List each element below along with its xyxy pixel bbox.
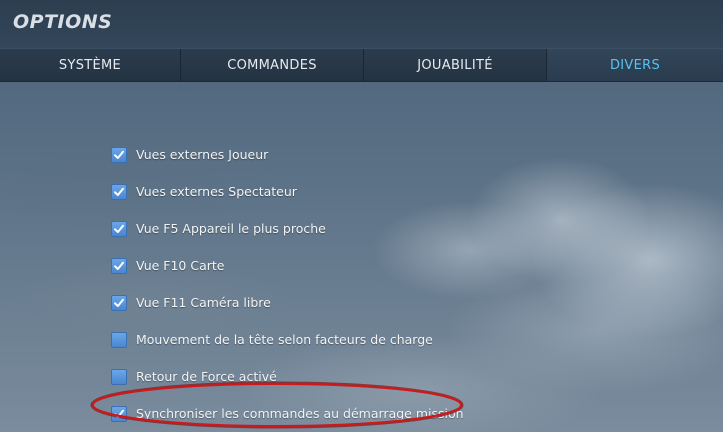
checkbox[interactable]	[111, 331, 127, 348]
option-vues-externes-spectateur[interactable]: Vues externes Spectateur	[111, 173, 671, 210]
checkmark-icon	[114, 224, 124, 233]
options-list: Vues externes Joueur Vues externes Spect…	[111, 136, 671, 432]
checkbox[interactable]	[111, 146, 127, 163]
option-label: Vue F11 Caméra libre	[136, 295, 271, 310]
tab-label: COMMANDES	[227, 57, 317, 73]
option-label: Vues externes Joueur	[136, 147, 269, 162]
checkbox[interactable]	[111, 368, 127, 385]
tab-systeme[interactable]: SYSTÈME	[0, 49, 181, 81]
tab-divers[interactable]: DIVERS	[547, 49, 723, 81]
tab-label: DIVERS	[609, 57, 661, 73]
checkbox[interactable]	[111, 294, 127, 311]
tab-label: SYSTÈME	[58, 57, 122, 73]
option-label: Retour de Force activé	[136, 369, 277, 384]
option-vues-externes-joueur[interactable]: Vues externes Joueur	[111, 136, 671, 173]
checkbox[interactable]	[111, 220, 127, 237]
option-label: Mouvement de la tête selon facteurs de c…	[136, 332, 433, 347]
tab-bar: SYSTÈME COMMANDES JOUABILITÉ DIVERS	[0, 48, 723, 82]
options-header: OPTIONS	[0, 0, 723, 48]
option-label: Vues externes Spectateur	[136, 184, 297, 199]
checkmark-icon	[114, 409, 124, 418]
checkmark-icon	[114, 298, 124, 307]
tab-commandes[interactable]: COMMANDES	[181, 49, 364, 81]
checkbox[interactable]	[111, 405, 127, 422]
option-label: Synchroniser les commandes au démarrage …	[136, 406, 464, 421]
tab-jouabilite[interactable]: JOUABILITÉ	[364, 49, 547, 81]
tab-label: JOUABILITÉ	[417, 57, 493, 73]
checkbox[interactable]	[111, 183, 127, 200]
option-label: Vue F10 Carte	[136, 258, 225, 273]
option-retour-de-force[interactable]: Retour de Force activé	[111, 358, 671, 395]
page-title: OPTIONS	[13, 11, 113, 33]
checkmark-icon	[114, 150, 124, 159]
checkmark-icon	[114, 187, 124, 196]
option-vue-f10[interactable]: Vue F10 Carte	[111, 247, 671, 284]
option-label: Vue F5 Appareil le plus proche	[136, 221, 326, 236]
checkmark-icon	[114, 261, 124, 270]
option-vue-f11[interactable]: Vue F11 Caméra libre	[111, 284, 671, 321]
option-mouvement-tete[interactable]: Mouvement de la tête selon facteurs de c…	[111, 321, 671, 358]
checkbox[interactable]	[111, 257, 127, 274]
option-synchroniser-commandes[interactable]: Synchroniser les commandes au démarrage …	[111, 395, 671, 432]
option-vue-f5[interactable]: Vue F5 Appareil le plus proche	[111, 210, 671, 247]
